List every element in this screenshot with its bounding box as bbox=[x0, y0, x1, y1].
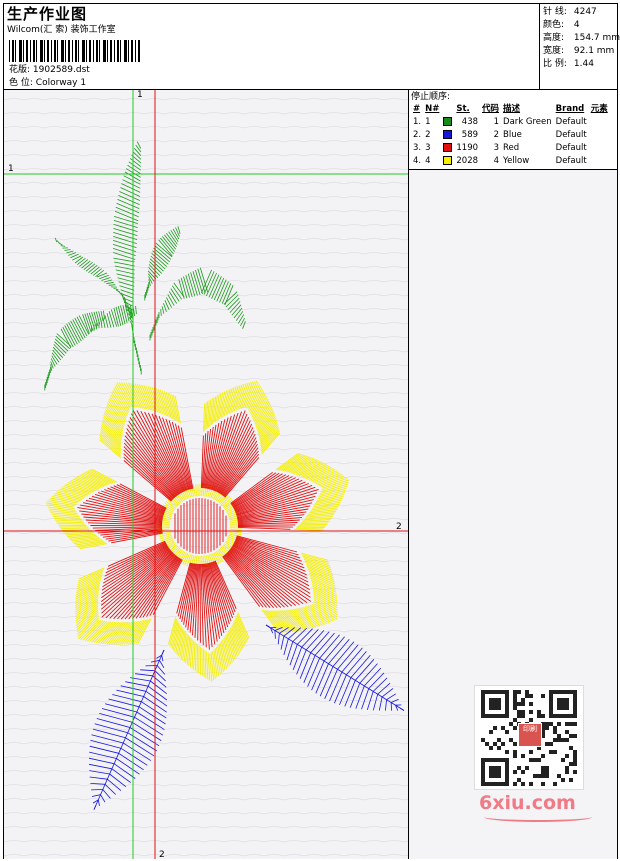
col-code: 代码 bbox=[482, 104, 500, 114]
site-watermark-swoosh bbox=[484, 812, 592, 822]
embroidery-canvas bbox=[4, 90, 408, 859]
header-info: 生产作业图 Wilcom(汇 索) 装饰工作室 花版: 1902589.dst … bbox=[7, 5, 537, 90]
stop-sequence-table: # N# St. 代码 描述 Brand 元素 1. 1 438 1 Dark … bbox=[411, 103, 610, 168]
col-brand: Brand bbox=[555, 104, 585, 114]
table-row[interactable]: 2. 2 589 2 Blue Default bbox=[411, 129, 610, 142]
col-index: # bbox=[413, 104, 421, 114]
blue-leaves bbox=[88, 624, 405, 810]
table-row[interactable]: 4. 4 2028 4 Yellow Default bbox=[411, 155, 610, 168]
stat-colors: 颜色: 4 bbox=[543, 20, 580, 30]
sheet-title: 生产作业图 bbox=[7, 5, 88, 23]
col-n: N# bbox=[425, 104, 440, 114]
table-row[interactable]: 3. 3 1190 3 Red Default bbox=[411, 142, 610, 155]
red-h-guide-label: 2 bbox=[396, 522, 402, 532]
green-v-guide-label: 1 bbox=[137, 90, 143, 100]
colorway-label: 色 位: bbox=[9, 78, 33, 88]
stop-sequence-box: 停止顺序: # N# St. 代码 描述 Brand 元素 1. 1 438 1… bbox=[409, 90, 617, 170]
stat-height: 高度: 154.7 mm bbox=[543, 33, 620, 43]
file-line: 花版: 1902589.dst bbox=[9, 64, 90, 76]
production-sheet: 生产作业图 Wilcom(汇 索) 装饰工作室 花版: 1902589.dst … bbox=[3, 3, 620, 859]
file-label: 花版: bbox=[9, 65, 31, 75]
stat-scale: 比 例: 1.44 bbox=[543, 59, 594, 69]
color-swatch bbox=[443, 117, 453, 126]
green-leaves bbox=[44, 141, 246, 391]
stats-box: 针 线: 4247 颜色: 4 高度: 154.7 mm 宽度: 92.1 mm… bbox=[539, 4, 620, 90]
col-description: 描述 bbox=[503, 104, 521, 114]
stop-sequence-title: 停止顺序: bbox=[411, 92, 451, 102]
color-swatch bbox=[443, 156, 453, 165]
red-v-guide-label: 2 bbox=[159, 850, 165, 859]
barcode bbox=[9, 40, 140, 62]
site-watermark: 6xiu.com bbox=[479, 792, 576, 814]
design-preview[interactable]: 1 1 2 2 bbox=[4, 90, 409, 859]
col-element: 元素 bbox=[590, 104, 608, 114]
table-row[interactable]: 1. 1 438 1 Dark Green Default bbox=[411, 116, 610, 129]
col-stitches: St. bbox=[456, 104, 470, 114]
green-h-guide-label: 1 bbox=[8, 164, 14, 174]
table-header-row: # N# St. 代码 描述 Brand 元素 bbox=[411, 103, 610, 116]
file-name: 1902589.dst bbox=[32, 65, 90, 75]
stat-width: 宽度: 92.1 mm bbox=[543, 46, 615, 56]
studio-name: Wilcom(汇 索) 装饰工作室 bbox=[7, 25, 116, 35]
seal-stamp: 印刷 bbox=[518, 723, 542, 747]
stat-stitches: 针 线: 4247 bbox=[543, 7, 597, 17]
qr-code-watermark: 印刷 bbox=[474, 685, 584, 790]
sheet-header: 生产作业图 Wilcom(汇 索) 装饰工作室 花版: 1902589.dst … bbox=[4, 4, 620, 90]
color-swatch bbox=[443, 130, 453, 139]
col-swatch bbox=[441, 103, 454, 116]
color-swatch bbox=[443, 143, 453, 152]
colorway-name: Colorway 1 bbox=[35, 78, 87, 88]
colorway-line: 色 位: Colorway 1 bbox=[9, 77, 86, 89]
